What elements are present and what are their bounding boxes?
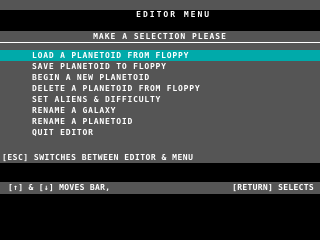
- menu-item-save-planetoid[interactable]: SAVE PLANETOID TO FLOPPY: [0, 61, 320, 72]
- menu-item-quit-editor[interactable]: QUIT EDITOR: [0, 127, 320, 138]
- footer-move-hint: [↑] & [↓] MOVES BAR,: [8, 183, 111, 192]
- menu-item-new-planetoid[interactable]: BEGIN A NEW PLANETOID: [0, 72, 320, 83]
- title-text: EDITOR MENU: [136, 10, 212, 19]
- menu-item-rename-galaxy[interactable]: RENAME A GALAXY: [0, 105, 320, 116]
- menu-item-set-aliens[interactable]: SET ALIENS & DIFFICULTY: [0, 94, 320, 105]
- menu-list: LOAD A PLANETOID FROM FLOPPY SAVE PLANET…: [0, 50, 320, 138]
- title-bar: EDITOR MENU: [0, 0, 320, 19]
- menu-item-delete-planetoid[interactable]: DELETE A PLANETOID FROM FLOPPY: [0, 83, 320, 94]
- footer-bar: [↑] & [↓] MOVES BAR, [RETURN] SELECTS: [0, 182, 320, 194]
- panel-header: MAKE A SELECTION PLEASE: [93, 32, 227, 41]
- menu-item-load-planetoid[interactable]: LOAD A PLANETOID FROM FLOPPY: [0, 50, 320, 61]
- menu-item-rename-planetoid[interactable]: RENAME A PLANETOID: [0, 116, 320, 127]
- escape-hint: [ESC] SWITCHES BETWEEN EDITOR & MENU: [2, 153, 194, 162]
- header-divider: [0, 42, 320, 43]
- editor-screen: EDITOR MENU MAKE A SELECTION PLEASE LOAD…: [0, 0, 320, 200]
- footer-select-hint: [RETURN] SELECTS: [232, 183, 314, 192]
- menu-panel: MAKE A SELECTION PLEASE LOAD A PLANETOID…: [0, 31, 320, 163]
